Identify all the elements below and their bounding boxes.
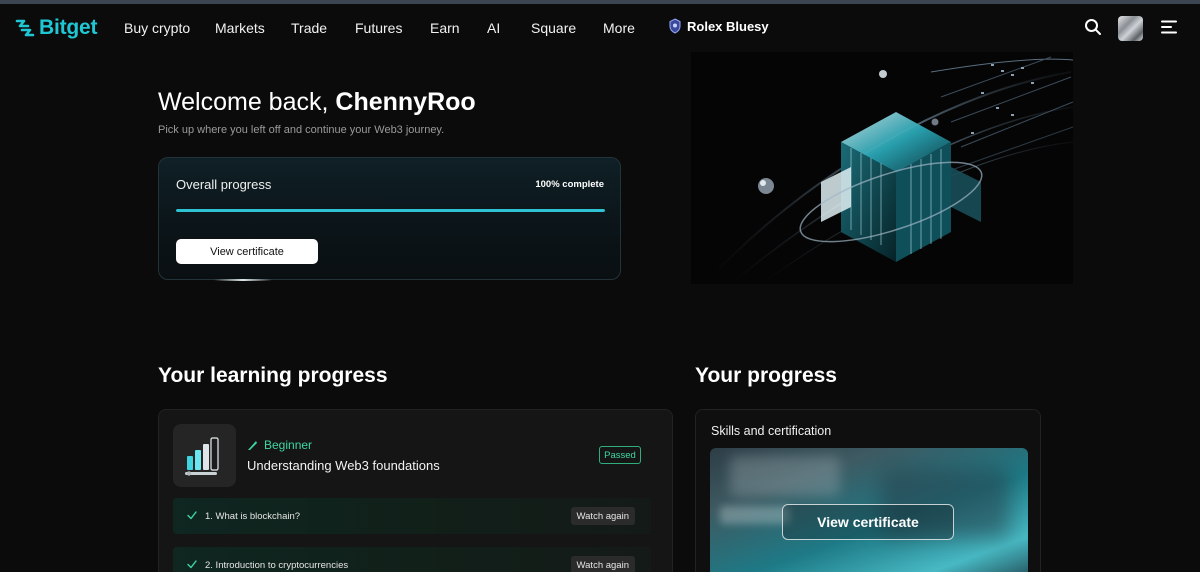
course-title[interactable]: Understanding Web3 foundations: [247, 458, 440, 473]
nav-item-more[interactable]: More: [603, 20, 635, 36]
course-level: Beginner: [247, 438, 312, 452]
nav-item-ai[interactable]: AI: [487, 20, 500, 36]
nav-item-markets[interactable]: Markets: [215, 20, 265, 36]
promo-user-chip[interactable]: Rolex Bluesy: [668, 18, 769, 34]
brand-logo[interactable]: Bitget: [14, 14, 97, 42]
nav-item-square[interactable]: Square: [531, 20, 576, 36]
welcome-prefix: Welcome back,: [158, 88, 329, 116]
overall-progress-percent: 100% complete: [535, 179, 604, 190]
search-icon[interactable]: [1084, 18, 1102, 36]
avatar[interactable]: [1118, 16, 1143, 41]
lesson-name: 1. What is blockchain?: [205, 511, 301, 522]
nav-item-futures[interactable]: Futures: [355, 20, 402, 36]
shield-badge-icon: [669, 18, 681, 34]
status-badge: Passed: [599, 446, 641, 464]
lesson-row: 1. What is blockchain? Watch again: [173, 498, 651, 534]
learning-progress-title: Your learning progress: [158, 364, 388, 387]
skills-certification-card: Skills and certification View certificat…: [695, 409, 1041, 572]
course-card: Beginner Understanding Web3 foundations …: [158, 409, 673, 572]
watch-again-button[interactable]: Watch again: [570, 556, 635, 572]
overall-progress-label: Overall progress: [176, 177, 272, 192]
your-progress-title: Your progress: [695, 364, 837, 387]
skills-certification-label: Skills and certification: [711, 424, 832, 438]
overall-progress-card: Overall progress 100% complete View cert…: [158, 157, 621, 281]
nav-item-trade[interactable]: Trade: [291, 20, 327, 36]
menu-icon[interactable]: [1160, 18, 1178, 36]
view-certificate-overlay-button[interactable]: View certificate: [782, 504, 954, 540]
card-glow-accent: [214, 279, 272, 281]
nav-item-earn[interactable]: Earn: [430, 20, 460, 36]
certificate-blur-shape: [730, 456, 840, 496]
brand-name: Bitget: [39, 16, 98, 39]
level-leaf-icon: [248, 440, 257, 450]
course-level-label: Beginner: [264, 438, 313, 452]
view-certificate-button[interactable]: View certificate: [176, 239, 318, 264]
bar-chart-icon: [185, 437, 219, 476]
promo-user-name: Rolex Bluesy: [687, 18, 769, 34]
watch-again-button[interactable]: Watch again: [570, 507, 635, 525]
nav-item-buy-crypto[interactable]: Buy crypto: [124, 20, 190, 36]
bitget-logo-icon: [15, 19, 35, 37]
course-thumbnail: [173, 424, 236, 487]
welcome-username: ChennyRoo: [335, 88, 476, 116]
lesson-row: 2. Introduction to cryptocurrencies Watc…: [173, 547, 651, 572]
hero-cube-graphic: [710, 56, 1073, 284]
check-icon: [187, 560, 197, 569]
lesson-name: 2. Introduction to cryptocurrencies: [205, 560, 349, 571]
welcome-subtitle: Pick up where you left off and continue …: [158, 124, 445, 136]
check-icon: [187, 511, 197, 520]
welcome-heading: Welcome back, ChennyRoo: [158, 88, 476, 117]
certificate-blur-shape: [720, 506, 790, 524]
certificate-preview: View certificate: [710, 448, 1028, 572]
hero-illustration: [691, 52, 1073, 284]
overall-progress-bar: [176, 209, 605, 212]
overall-progress-fill: [176, 209, 605, 212]
top-nav: Bitget Buy crypto Markets Trade Futures …: [0, 4, 1200, 52]
